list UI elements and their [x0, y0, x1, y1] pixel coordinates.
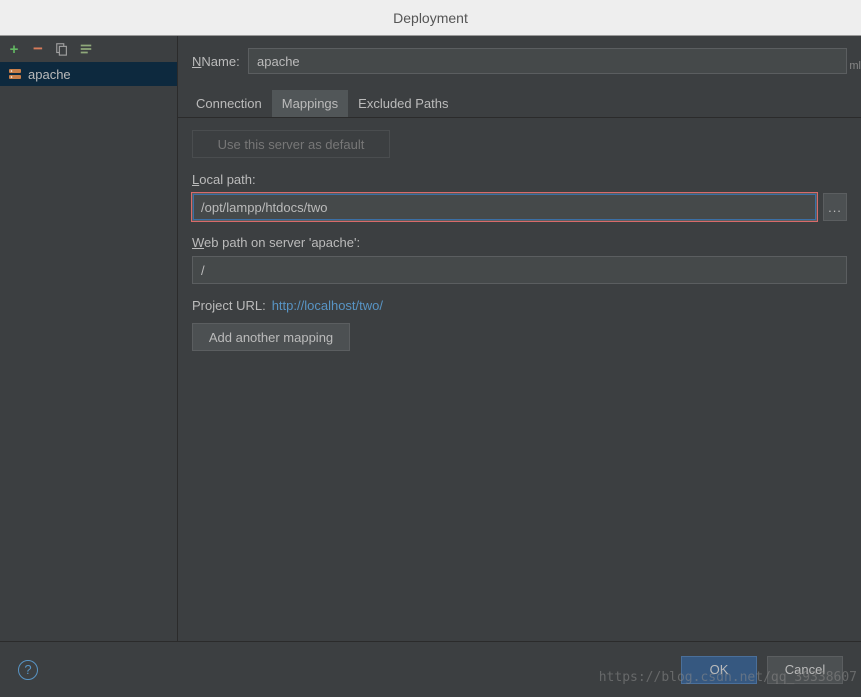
name-label: NName:	[192, 54, 238, 69]
server-icon	[8, 67, 22, 81]
edit-icon[interactable]	[78, 41, 94, 57]
right-edge-text: ml	[849, 60, 861, 72]
tab-connection[interactable]: Connection	[186, 90, 272, 117]
window-title: Deployment	[393, 10, 468, 26]
use-as-default-button: Use this server as default	[192, 130, 390, 158]
titlebar: Deployment	[0, 0, 861, 36]
toolbar: + −	[0, 36, 177, 62]
web-path-input[interactable]	[192, 256, 847, 284]
name-row: NName:	[192, 46, 847, 76]
sidebar-item-apache[interactable]: apache	[0, 62, 177, 86]
left-panel: + − apache	[0, 36, 178, 641]
project-url-label: Project URL:	[192, 298, 266, 313]
mappings-content: Use this server as default Local path: .…	[192, 118, 847, 351]
browse-local-path-button[interactable]: ...	[823, 193, 847, 221]
copy-icon[interactable]	[54, 41, 70, 57]
tab-mappings[interactable]: Mappings	[272, 90, 348, 117]
tab-excluded-paths[interactable]: Excluded Paths	[348, 90, 458, 117]
local-path-input[interactable]	[192, 193, 817, 221]
remove-icon[interactable]: −	[30, 41, 46, 57]
web-path-label: Web path on server 'apache':	[192, 235, 847, 250]
server-list: apache	[0, 62, 177, 641]
local-path-label: Local path:	[192, 172, 847, 187]
add-icon[interactable]: +	[6, 41, 22, 57]
name-input[interactable]	[248, 48, 847, 74]
add-mapping-button[interactable]: Add another mapping	[192, 323, 350, 351]
footer: ? OK Cancel	[0, 641, 861, 697]
project-url-row: Project URL: http://localhost/two/	[192, 298, 847, 313]
help-icon[interactable]: ?	[18, 660, 38, 680]
cancel-button[interactable]: Cancel	[767, 656, 843, 684]
tabs: Connection Mappings Excluded Paths	[178, 90, 861, 118]
sidebar-item-label: apache	[28, 67, 71, 82]
ok-button[interactable]: OK	[681, 656, 757, 684]
project-url-link[interactable]: http://localhost/two/	[272, 298, 383, 313]
right-panel: NName: Connection Mappings Excluded Path…	[178, 36, 861, 641]
